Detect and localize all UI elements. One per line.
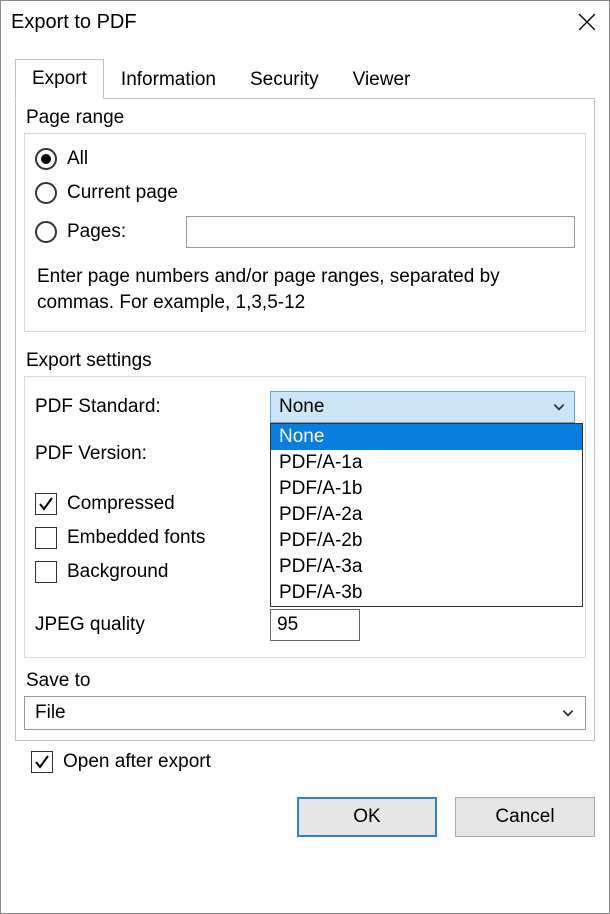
- pdf-standard-option[interactable]: PDF/A-2a: [271, 502, 582, 528]
- check-icon: [34, 754, 50, 770]
- pdf-standard-option[interactable]: PDF/A-3a: [271, 554, 582, 580]
- checkbox-embedded-fonts[interactable]: [35, 527, 57, 549]
- pdf-standard-label: PDF Standard:: [35, 396, 270, 418]
- export-settings-group-label: Export settings: [16, 342, 594, 376]
- page-range-group: All Current page Pages: Enter page numbe…: [24, 133, 586, 332]
- close-icon: [578, 13, 596, 31]
- jpeg-quality-label: JPEG quality: [35, 614, 270, 636]
- page-range-hint: Enter page numbers and/or page ranges, s…: [35, 254, 575, 321]
- pdf-standard-select[interactable]: None: [270, 391, 575, 423]
- tab-export[interactable]: Export: [15, 59, 104, 99]
- chevron-down-icon: [552, 400, 566, 414]
- close-button[interactable]: [575, 10, 599, 34]
- jpeg-quality-input[interactable]: [270, 609, 360, 641]
- pdf-standard-option[interactable]: None: [271, 424, 582, 450]
- save-to-select[interactable]: File: [24, 696, 586, 730]
- pdf-version-label: PDF Version:: [35, 443, 270, 465]
- tab-viewer[interactable]: Viewer: [336, 60, 428, 99]
- ok-button[interactable]: OK: [297, 797, 437, 837]
- tab-security[interactable]: Security: [233, 60, 336, 99]
- radio-current-page-label: Current page: [67, 182, 178, 204]
- export-settings-group: PDF Standard: None None PDF/A-1a PDF/A-1…: [24, 376, 586, 658]
- checkbox-open-after-export[interactable]: [31, 751, 53, 773]
- pdf-standard-option[interactable]: PDF/A-1b: [271, 476, 582, 502]
- pdf-standard-value: None: [279, 396, 324, 418]
- checkbox-open-after-export-label: Open after export: [63, 751, 211, 773]
- cancel-button[interactable]: Cancel: [455, 797, 595, 837]
- save-to-label: Save to: [16, 668, 594, 696]
- tab-information[interactable]: Information: [104, 60, 233, 99]
- radio-pages[interactable]: [35, 221, 57, 243]
- checkbox-compressed[interactable]: [35, 493, 57, 515]
- radio-all[interactable]: [35, 148, 57, 170]
- check-icon: [38, 496, 54, 512]
- checkbox-background[interactable]: [35, 561, 57, 583]
- chevron-down-icon: [561, 706, 575, 720]
- checkbox-compressed-label: Compressed: [67, 493, 175, 515]
- pdf-standard-dropdown: None PDF/A-1a PDF/A-1b PDF/A-2a PDF/A-2b…: [270, 423, 583, 607]
- dialog-title: Export to PDF: [11, 11, 137, 34]
- radio-pages-label: Pages:: [67, 221, 126, 243]
- checkbox-embedded-fonts-label: Embedded fonts: [67, 527, 205, 549]
- tab-bar: Export Information Security Viewer: [15, 59, 595, 99]
- page-range-group-label: Page range: [16, 99, 594, 133]
- pages-input[interactable]: [186, 216, 575, 248]
- radio-current-page[interactable]: [35, 182, 57, 204]
- pdf-standard-option[interactable]: PDF/A-2b: [271, 528, 582, 554]
- pdf-standard-option[interactable]: PDF/A-3b: [271, 580, 582, 606]
- checkbox-background-label: Background: [67, 561, 168, 583]
- pdf-standard-option[interactable]: PDF/A-1a: [271, 450, 582, 476]
- save-to-value: File: [35, 702, 66, 724]
- tab-panel-export: Page range All Current page Pages: Enter…: [15, 98, 595, 741]
- radio-all-label: All: [67, 148, 88, 170]
